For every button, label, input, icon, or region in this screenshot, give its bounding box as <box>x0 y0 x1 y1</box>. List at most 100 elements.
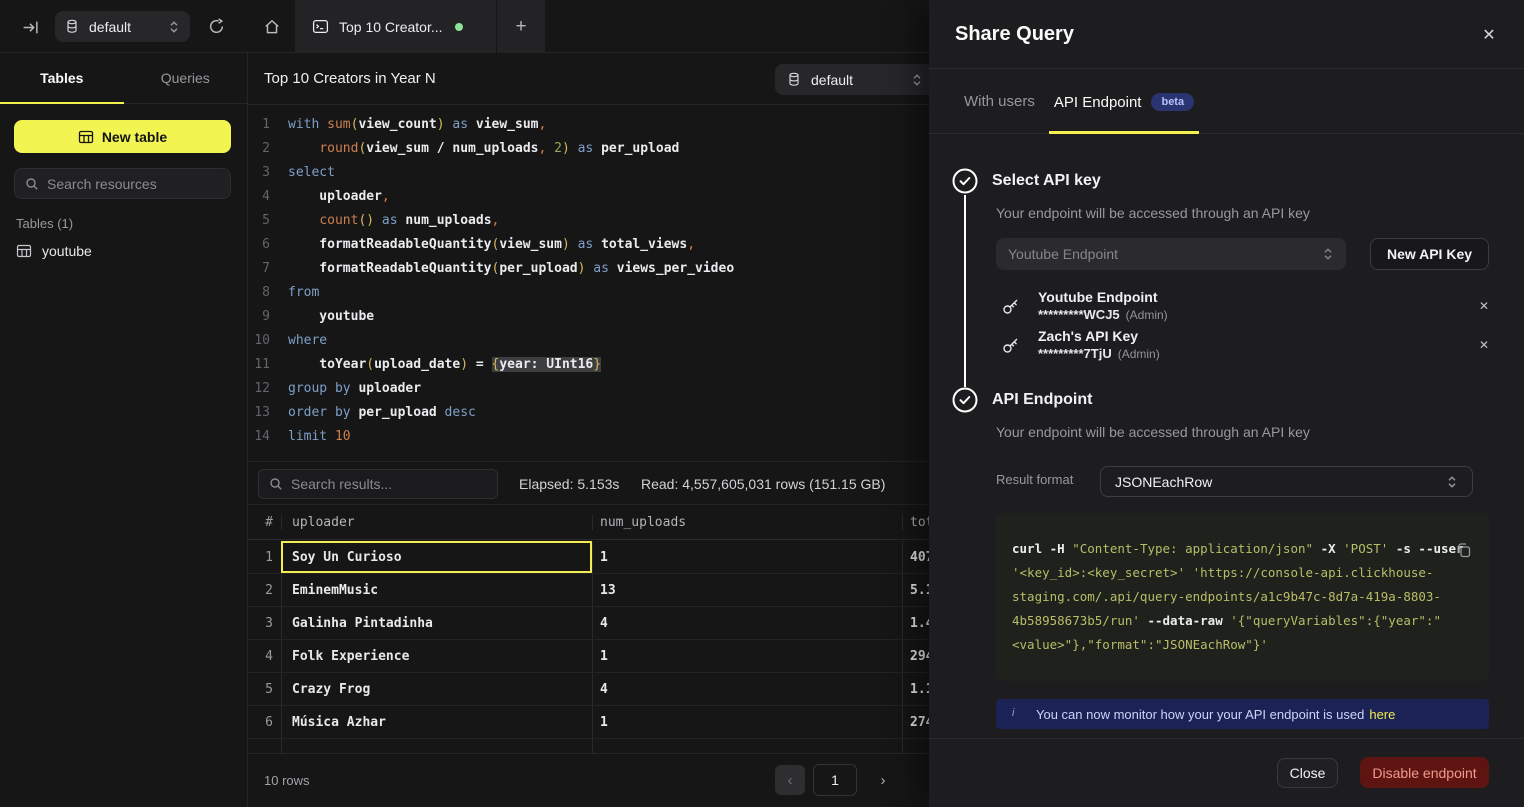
new-tab-button[interactable]: + <box>497 0 545 53</box>
panel-footer: Close Disable endpoint <box>929 738 1524 807</box>
row-index: 2 <box>248 574 281 606</box>
cell-uploader[interactable]: Folk Experience <box>281 640 592 672</box>
row-index: 3 <box>248 607 281 639</box>
new-table-button[interactable]: New table <box>14 120 231 153</box>
curl-line: <value>"},"format":"JSONEachRow"}' <box>1012 633 1473 657</box>
sql-line-text: uploader, <box>288 185 390 209</box>
read-stat: Read: 4,557,605,031 rows (151.15 GB) <box>641 476 885 492</box>
step-2-title: API Endpoint <box>992 391 1092 409</box>
sql-line-text: formatReadableQuantity(per_upload) as vi… <box>288 257 734 281</box>
cell-uploader[interactable]: Soy Un Curioso <box>281 541 592 573</box>
sql-line: 12group by uploader <box>248 377 734 401</box>
column-header-num-uploads[interactable]: num_uploads <box>592 515 902 530</box>
column-header-index[interactable]: # <box>248 515 281 530</box>
line-number: 7 <box>248 257 270 281</box>
editor-database-select[interactable]: default <box>775 64 935 95</box>
key-icon <box>1000 295 1022 317</box>
sql-line: 6 formatReadableQuantity(view_sum) as to… <box>248 233 734 257</box>
new-api-key-button[interactable]: New API Key <box>1370 238 1489 270</box>
sidebar-tab-tables[interactable]: Tables <box>0 53 124 103</box>
line-number: 4 <box>248 185 270 209</box>
refresh-button[interactable] <box>204 14 228 38</box>
column-header-uploader[interactable]: uploader <box>281 515 592 530</box>
tab-with-users[interactable]: With users <box>964 93 1035 110</box>
app-window: default Top 10 Creator... <box>0 0 1524 807</box>
api-key-select[interactable]: Youtube Endpoint <box>996 238 1346 270</box>
chevron-updown-icon <box>1322 247 1334 261</box>
search-resources-input[interactable]: Search resources <box>14 168 231 199</box>
sql-line: 11 toYear(upload_date) = {year: UInt16} <box>248 353 734 377</box>
remove-api-key-button[interactable]: ✕ <box>1479 299 1489 313</box>
panel-tabs: With users API Endpoint beta <box>929 69 1524 134</box>
close-panel-button[interactable]: ✕ <box>1478 24 1500 46</box>
tab-top-10-creators[interactable]: Top 10 Creator... <box>296 0 497 53</box>
step-2-subtitle: Your endpoint will be accessed through a… <box>996 424 1310 440</box>
sql-line: 5 count() as num_uploads, <box>248 209 734 233</box>
tables-section-label: Tables (1) <box>16 216 73 231</box>
line-number: 2 <box>248 137 270 161</box>
line-number: 3 <box>248 161 270 185</box>
info-icon: i <box>1012 707 1014 719</box>
collapse-sidebar-button[interactable] <box>18 15 42 39</box>
page-number[interactable]: 1 <box>813 764 857 796</box>
cell-uploader[interactable]: Crazy Frog <box>281 673 592 705</box>
curl-snippet: curl -H "Content-Type: application/json"… <box>996 513 1489 681</box>
row-count: 10 rows <box>264 773 310 788</box>
curl-line: '<key_id>:<key_secret>' 'https://console… <box>1012 561 1473 585</box>
copy-icon <box>1455 541 1473 559</box>
cell-num-uploads[interactable]: 1 <box>592 706 902 738</box>
monitor-here-link[interactable]: here <box>1369 707 1395 722</box>
terminal-icon <box>312 18 329 35</box>
sidebar-item-youtube[interactable]: youtube <box>16 237 92 265</box>
sidebar-tab-queries[interactable]: Queries <box>124 53 248 103</box>
disable-endpoint-button[interactable]: Disable endpoint <box>1360 757 1489 788</box>
table-name: youtube <box>42 243 92 259</box>
refresh-icon <box>208 18 225 35</box>
cell-num-uploads[interactable]: 1 <box>592 640 902 672</box>
sidebar-tabs: Tables Queries <box>0 53 247 104</box>
api-key-list: Youtube Endpoint*********WCJ5(Admin)✕Zac… <box>1000 286 1489 364</box>
search-icon <box>25 177 39 191</box>
sql-line: 7 formatReadableQuantity(per_upload) as … <box>248 257 734 281</box>
curl-line: staging.com/.api/query-endpoints/a1c9b47… <box>1012 585 1473 609</box>
table-grid-icon <box>16 243 32 259</box>
stepper-line <box>964 195 966 387</box>
cell-num-uploads[interactable]: 1 <box>592 541 902 573</box>
result-format-label: Result format <box>996 472 1073 487</box>
copy-curl-button[interactable] <box>1453 539 1475 561</box>
sql-line: 13order by per_upload desc <box>248 401 734 425</box>
search-results-input[interactable]: Search results... <box>258 469 498 499</box>
sql-editor[interactable]: 1with sum(view_count) as view_sum,2 roun… <box>248 113 734 449</box>
cell-uploader[interactable]: Música Azhar <box>281 706 592 738</box>
tab-api-endpoint[interactable]: API Endpoint beta <box>1049 87 1199 117</box>
sql-line: 2 round(view_sum / num_uploads, 2) as pe… <box>248 137 734 161</box>
plus-icon: + <box>515 16 526 38</box>
key-icon <box>1000 334 1022 356</box>
remove-api-key-button[interactable]: ✕ <box>1479 338 1489 352</box>
cell-num-uploads[interactable]: 4 <box>592 607 902 639</box>
close-button[interactable]: Close <box>1277 758 1338 788</box>
row-index: 6 <box>248 706 281 738</box>
cell-uploader[interactable]: EminemMusic <box>281 574 592 606</box>
previous-page-button[interactable]: ‹ <box>775 765 805 795</box>
tab-api-endpoint-label: API Endpoint <box>1054 94 1142 111</box>
sql-line-text: select <box>288 161 335 185</box>
banner-text: You can now monitor how your your API en… <box>1036 707 1395 722</box>
result-format-select[interactable]: JSONEachRow <box>1100 466 1473 497</box>
sql-line: 9 youtube <box>248 305 734 329</box>
cell-num-uploads[interactable]: 13 <box>592 574 902 606</box>
next-page-button[interactable]: › <box>868 765 898 795</box>
table-grid-icon <box>78 129 94 145</box>
line-number: 13 <box>248 401 270 425</box>
sql-line-text: group by uploader <box>288 377 421 401</box>
api-key-role: (Admin) <box>1118 347 1160 361</box>
cell-num-uploads[interactable]: 4 <box>592 673 902 705</box>
line-number: 6 <box>248 233 270 257</box>
home-button[interactable] <box>248 0 296 53</box>
row-index: 4 <box>248 640 281 672</box>
line-number: 9 <box>248 305 270 329</box>
share-query-panel: Share Query ✕ With users API Endpoint be… <box>929 0 1524 807</box>
database-icon <box>787 72 801 87</box>
cell-uploader[interactable]: Galinha Pintadinha <box>281 607 592 639</box>
topbar-database-select[interactable]: default <box>55 11 190 42</box>
